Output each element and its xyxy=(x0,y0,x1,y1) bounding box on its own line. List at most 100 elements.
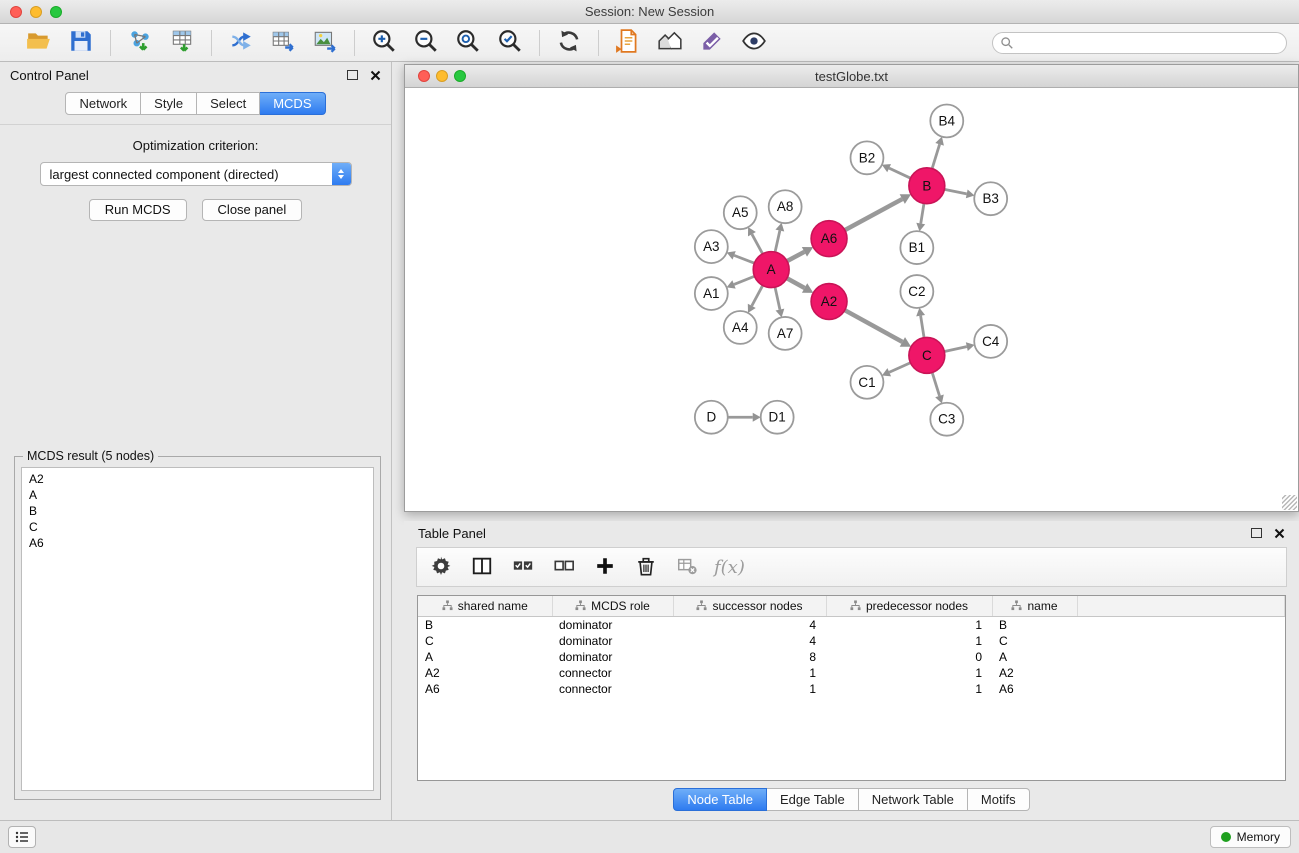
save-session-button[interactable] xyxy=(64,27,98,59)
edge-C-C3[interactable] xyxy=(932,373,939,396)
run-mcds-button[interactable]: Run MCDS xyxy=(89,199,187,221)
close-window-button[interactable] xyxy=(10,6,22,18)
edge-B-B2[interactable] xyxy=(889,168,910,178)
deselect-all-button[interactable] xyxy=(550,553,578,581)
float-table-panel-icon[interactable] xyxy=(1251,528,1262,538)
delete-column-button[interactable] xyxy=(632,553,660,581)
column-label: shared name xyxy=(458,599,528,613)
graphics-details-button[interactable] xyxy=(695,27,729,59)
edge-C-C2[interactable] xyxy=(921,316,924,338)
memory-button[interactable]: Memory xyxy=(1210,826,1291,848)
table-header-row: shared name MCDS rolesuccessor nodesprede… xyxy=(418,596,1285,616)
tab-select[interactable]: Select xyxy=(197,92,260,115)
tab-network[interactable]: Network xyxy=(65,92,141,115)
node-label-B: B xyxy=(922,178,931,193)
export-image-button[interactable] xyxy=(308,27,342,59)
zoom-out-button[interactable] xyxy=(409,27,443,59)
import-table-button[interactable] xyxy=(165,27,199,59)
zoom-in-icon xyxy=(371,28,397,57)
table-row[interactable]: Cdominator41C xyxy=(418,633,1285,649)
document-export-icon xyxy=(615,28,641,57)
function-builder-button[interactable]: f(x) xyxy=(714,553,745,581)
tab-node-table[interactable]: Node Table xyxy=(673,788,767,811)
document-export-button[interactable] xyxy=(611,27,645,59)
tab-motifs[interactable]: Motifs xyxy=(968,788,1030,811)
open-session-button[interactable] xyxy=(22,27,56,59)
network-window-controls xyxy=(405,70,466,82)
column-header-mcds-role[interactable]: MCDS role xyxy=(552,596,673,616)
table-row[interactable]: A2connector11A2 xyxy=(418,665,1285,681)
column-header-shared-name[interactable]: shared name xyxy=(418,596,552,616)
table-row[interactable]: Bdominator41B xyxy=(418,616,1285,633)
edge-A-A7[interactable] xyxy=(775,287,780,309)
network-close-button[interactable] xyxy=(418,70,430,82)
settings-gear-icon xyxy=(430,555,452,580)
show-hide-eye-icon xyxy=(741,28,767,57)
close-panel-icon[interactable] xyxy=(370,70,381,81)
status-bar: Memory xyxy=(0,820,1299,853)
network-window-title: testGlobe.txt xyxy=(405,69,1298,84)
network-canvas[interactable]: B4B2BB3A5A8A6B1A3AC2A1A2A4A7C4CC1C3DD1 xyxy=(405,88,1298,511)
export-network-button[interactable] xyxy=(224,27,258,59)
zoom-out-icon xyxy=(413,28,439,57)
node-label-C: C xyxy=(922,348,932,363)
column-header-name[interactable]: name xyxy=(992,596,1077,616)
zoom-fit-button[interactable] xyxy=(451,27,485,59)
edge-C-C4[interactable] xyxy=(944,347,966,352)
node-label-C1: C1 xyxy=(858,375,875,390)
edge-B-B4[interactable] xyxy=(932,144,939,168)
edge-A-A1[interactable] xyxy=(734,276,754,284)
edge-A-A3[interactable] xyxy=(734,255,754,263)
close-table-panel-icon[interactable] xyxy=(1274,528,1285,539)
cell-shared-name: A xyxy=(418,649,552,665)
column-type-icon xyxy=(442,600,453,611)
export-table-button[interactable] xyxy=(266,27,300,59)
float-panel-icon[interactable] xyxy=(347,70,358,80)
status-list-button[interactable] xyxy=(8,826,36,848)
network-minimize-button[interactable] xyxy=(436,70,448,82)
table-row[interactable]: Adominator80A xyxy=(418,649,1285,665)
edge-B-B3[interactable] xyxy=(944,189,966,194)
mcds-panel: Optimization criterion: largest connecte… xyxy=(0,138,391,221)
table-body: Bdominator41BCdominator41CAdominator80AA… xyxy=(418,616,1285,697)
column-chooser-button[interactable] xyxy=(468,553,496,581)
column-header-successor-nodes[interactable]: successor nodes xyxy=(673,596,826,616)
resize-grip[interactable] xyxy=(1282,495,1297,510)
control-panel-header: Control Panel xyxy=(0,62,391,88)
tab-network-table[interactable]: Network Table xyxy=(859,788,968,811)
tab-edge-table[interactable]: Edge Table xyxy=(767,788,859,811)
tab-mcds[interactable]: MCDS xyxy=(260,92,325,115)
edge-A-A2[interactable] xyxy=(787,278,805,288)
edge-A-A6[interactable] xyxy=(787,252,804,261)
network-zoom-button[interactable] xyxy=(454,70,466,82)
edge-A-A8[interactable] xyxy=(775,231,780,252)
zoom-window-button[interactable] xyxy=(50,6,62,18)
window-controls xyxy=(0,6,62,18)
cell-filler xyxy=(1077,681,1285,697)
add-column-button[interactable] xyxy=(591,553,619,581)
zoom-in-button[interactable] xyxy=(367,27,401,59)
optimization-select[interactable]: largest connected component (directed) xyxy=(40,162,352,186)
table-row[interactable]: A6connector11A6 xyxy=(418,681,1285,697)
show-hide-eye-button[interactable] xyxy=(737,27,771,59)
tab-style[interactable]: Style xyxy=(141,92,197,115)
settings-gear-button[interactable] xyxy=(427,553,455,581)
search-input[interactable] xyxy=(992,32,1287,54)
select-all-button[interactable] xyxy=(509,553,537,581)
minimize-window-button[interactable] xyxy=(30,6,42,18)
zoom-selected-button[interactable] xyxy=(493,27,527,59)
cell-predecessor-nodes: 1 xyxy=(826,681,992,697)
edge-B-B1[interactable] xyxy=(921,203,924,223)
first-neighbors-button[interactable] xyxy=(653,27,687,59)
edge-A6-B[interactable] xyxy=(845,199,902,230)
refresh-button[interactable] xyxy=(552,27,586,59)
edge-A2-C[interactable] xyxy=(845,310,903,342)
column-header-predecessor-nodes[interactable]: predecessor nodes xyxy=(826,596,992,616)
close-panel-button[interactable]: Close panel xyxy=(202,199,303,221)
import-network-button[interactable] xyxy=(123,27,157,59)
network-view-window: testGlobe.txt B4B2BB3A5A8A6B1A3AC2A1A2A4… xyxy=(404,64,1299,512)
edge-C-C1[interactable] xyxy=(889,363,910,373)
edge-A-A5[interactable] xyxy=(752,234,763,254)
edge-A-A4[interactable] xyxy=(752,285,763,305)
delete-table-button[interactable] xyxy=(673,553,701,581)
